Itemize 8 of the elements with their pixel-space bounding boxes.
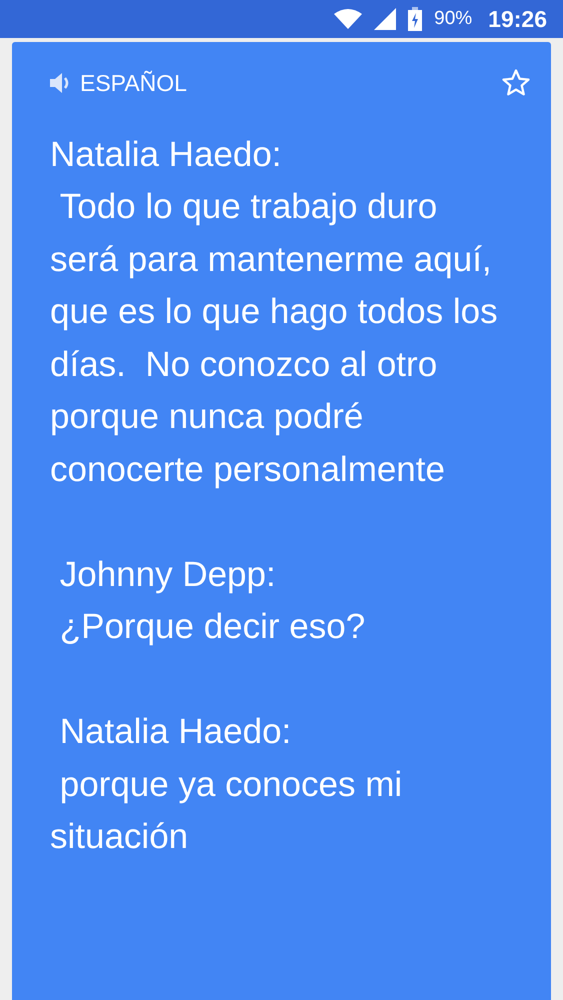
language-button[interactable]: ESPAÑOL (50, 66, 187, 100)
wifi-icon (334, 9, 362, 29)
translated-text: Natalia Haedo: Todo lo que trabajo duro será para mantenerme aquí, que es lo que hago todos los días. No conozco al otro porque nunca podré conocerte personalmente Johnny Depp: ¿Porque decir eso? Natalia Haedo: porque ya conoces mi situación (50, 134, 499, 858)
star-icon[interactable] (501, 68, 531, 98)
battery-level: 90% (434, 6, 472, 31)
battery-icon (408, 7, 422, 31)
clock: 19:26 (488, 4, 547, 34)
signal-icon (374, 8, 396, 30)
